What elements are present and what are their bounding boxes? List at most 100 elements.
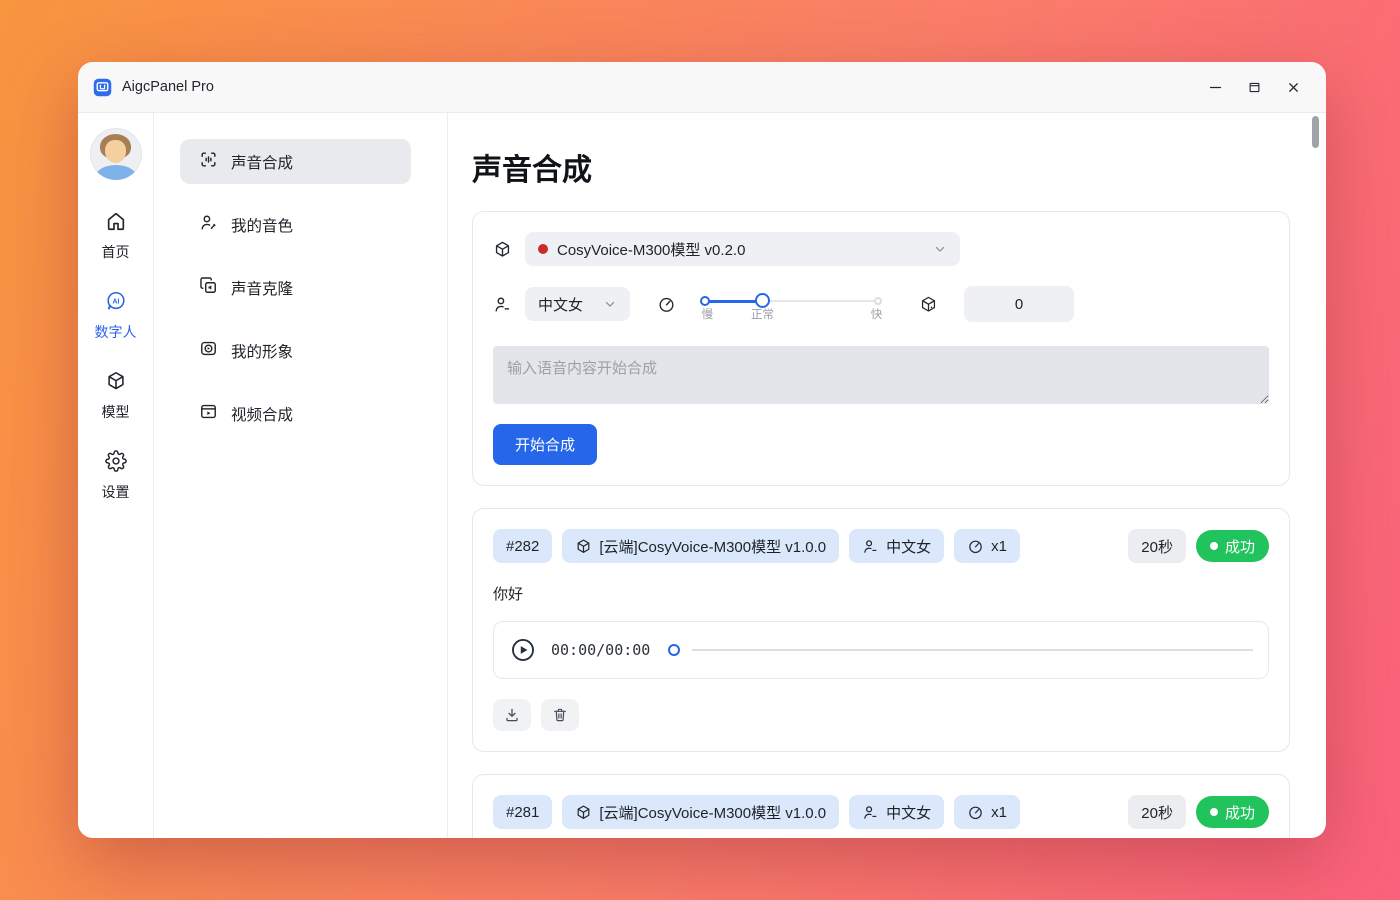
secondary-sidebar: 声音合成 我的音色 声音克隆 我的形象 视频合成 (154, 113, 448, 838)
app-window: AigcPanel Pro (78, 62, 1326, 838)
play-button[interactable] (509, 636, 537, 664)
synthesis-text-input[interactable] (493, 346, 1269, 404)
player-progress-track[interactable] (692, 649, 1253, 651)
synthesis-form-panel: CosyVoice-M300模型 v0.2.0 中文女 (472, 211, 1290, 486)
sidebar-item-label: 数字人 (95, 322, 137, 342)
submenu-item-label: 声音合成 (231, 151, 293, 173)
model-select[interactable]: CosyVoice-M300模型 v0.2.0 (525, 232, 960, 266)
chevron-down-icon (933, 242, 947, 256)
submenu-item-voice-synthesis[interactable]: 声音合成 (180, 139, 411, 184)
ai-head-icon: AI (105, 290, 127, 317)
submenu-item-my-avatar[interactable]: 我的形象 (180, 328, 411, 373)
submenu-item-voice-clone[interactable]: 声音克隆 (180, 265, 411, 310)
submenu-item-label: 声音克隆 (231, 277, 293, 299)
sidebar-item-models[interactable]: 模型 (102, 370, 130, 422)
gauge-icon (967, 804, 984, 821)
cube-icon (575, 804, 592, 821)
seed-dice-icon (919, 295, 938, 314)
result-model-badge: [云端]CosyVoice-M300模型 v1.0.0 (562, 529, 839, 563)
result-voice-badge: 中文女 (849, 795, 944, 829)
start-synthesis-button[interactable]: 开始合成 (493, 424, 597, 465)
player-slider-thumb[interactable] (668, 644, 680, 656)
page-title: 声音合成 (472, 145, 1290, 189)
result-badges: #281 [云端]CosyVoice-M300模型 v1.0.0 中文女 x1 (493, 795, 1269, 829)
delete-button[interactable] (541, 699, 579, 731)
submenu-item-label: 我的形象 (231, 340, 293, 362)
voice-icon (862, 804, 879, 821)
home-icon (105, 210, 127, 237)
result-actions (493, 699, 1269, 731)
close-button[interactable] (1280, 74, 1306, 100)
result-card: #282 [云端]CosyVoice-M300模型 v1.0.0 中文女 x1 (472, 508, 1290, 752)
result-model-badge: [云端]CosyVoice-M300模型 v1.0.0 (562, 795, 839, 829)
gear-icon (105, 450, 127, 477)
voice-icon (862, 538, 879, 555)
sidebar-item-label: 模型 (102, 402, 130, 422)
slider-label-slow: 慢 (702, 306, 714, 322)
slider-label-fast: 快 (871, 306, 883, 322)
status-dot (1210, 542, 1218, 550)
primary-sidebar: 首页 AI 数字人 模型 设置 (78, 113, 154, 838)
avatar-face (105, 140, 126, 163)
submenu-item-label: 我的音色 (231, 214, 293, 236)
video-synthesis-icon (199, 402, 218, 426)
result-badges: #282 [云端]CosyVoice-M300模型 v1.0.0 中文女 x1 (493, 529, 1269, 563)
sidebar-item-settings[interactable]: 设置 (102, 450, 130, 502)
duration-badge: 20秒 (1128, 529, 1186, 563)
slider-start-dot (700, 296, 710, 306)
download-icon (504, 707, 520, 723)
sidebar-item-label: 首页 (102, 242, 130, 262)
result-voice-badge: 中文女 (849, 529, 944, 563)
voice-select-value: 中文女 (538, 294, 583, 315)
avatar-video-icon (199, 339, 218, 363)
window-controls (1202, 74, 1312, 100)
play-icon (509, 636, 537, 664)
voice-synthesis-icon (199, 150, 218, 174)
cube-icon (575, 538, 592, 555)
svg-text:AI: AI (112, 298, 119, 305)
result-text: 你好 (493, 583, 1269, 604)
player-time: 00:00/00:00 (551, 641, 650, 659)
status-dot (1210, 808, 1218, 816)
result-id-badge: #281 (493, 795, 552, 829)
sidebar-item-digital-human[interactable]: AI 数字人 (95, 290, 137, 342)
status-badge: 成功 (1196, 530, 1269, 562)
slider-fill (702, 300, 763, 303)
speed-slider[interactable]: 慢 正常 快 (702, 287, 880, 321)
model-status-dot (538, 244, 548, 254)
cube-icon (493, 240, 512, 259)
result-id-badge: #282 (493, 529, 552, 563)
chevron-down-icon (603, 297, 617, 311)
model-row: CosyVoice-M300模型 v0.2.0 (493, 232, 1269, 266)
result-speed-badge: x1 (954, 529, 1020, 563)
scrollbar-thumb[interactable] (1312, 116, 1319, 148)
sidebar-item-label: 设置 (102, 482, 130, 502)
desktop-background: AigcPanel Pro (0, 0, 1400, 900)
result-card: #281 [云端]CosyVoice-M300模型 v1.0.0 中文女 x1 (472, 774, 1290, 838)
speed-gauge-icon (657, 295, 676, 314)
maximize-button[interactable] (1241, 74, 1267, 100)
model-select-value: CosyVoice-M300模型 v0.2.0 (557, 239, 745, 260)
avatar-shoulders (96, 165, 136, 180)
minimize-button[interactable] (1202, 74, 1228, 100)
submenu-item-my-voices[interactable]: 我的音色 (180, 202, 411, 247)
gauge-icon (967, 538, 984, 555)
titlebar: AigcPanel Pro (78, 62, 1326, 113)
voice-clone-icon (199, 276, 218, 300)
voice-icon (493, 295, 512, 314)
sidebar-item-home[interactable]: 首页 (102, 210, 130, 262)
slider-label-normal: 正常 (751, 306, 774, 322)
submenu-item-video-synthesis[interactable]: 视频合成 (180, 391, 411, 436)
audio-player: 00:00/00:00 (493, 621, 1269, 679)
result-speed-badge: x1 (954, 795, 1020, 829)
seed-input[interactable] (964, 286, 1074, 322)
slider-end-dot (874, 297, 882, 305)
submenu-item-label: 视频合成 (231, 403, 293, 425)
main-content: 声音合成 CosyVoice-M300模型 v0.2.0 中文女 (448, 113, 1326, 838)
avatar[interactable] (90, 128, 142, 180)
cube-icon (105, 370, 127, 397)
download-button[interactable] (493, 699, 531, 731)
trash-icon (552, 707, 568, 723)
voice-select[interactable]: 中文女 (525, 287, 630, 321)
app-logo-icon (92, 77, 113, 98)
